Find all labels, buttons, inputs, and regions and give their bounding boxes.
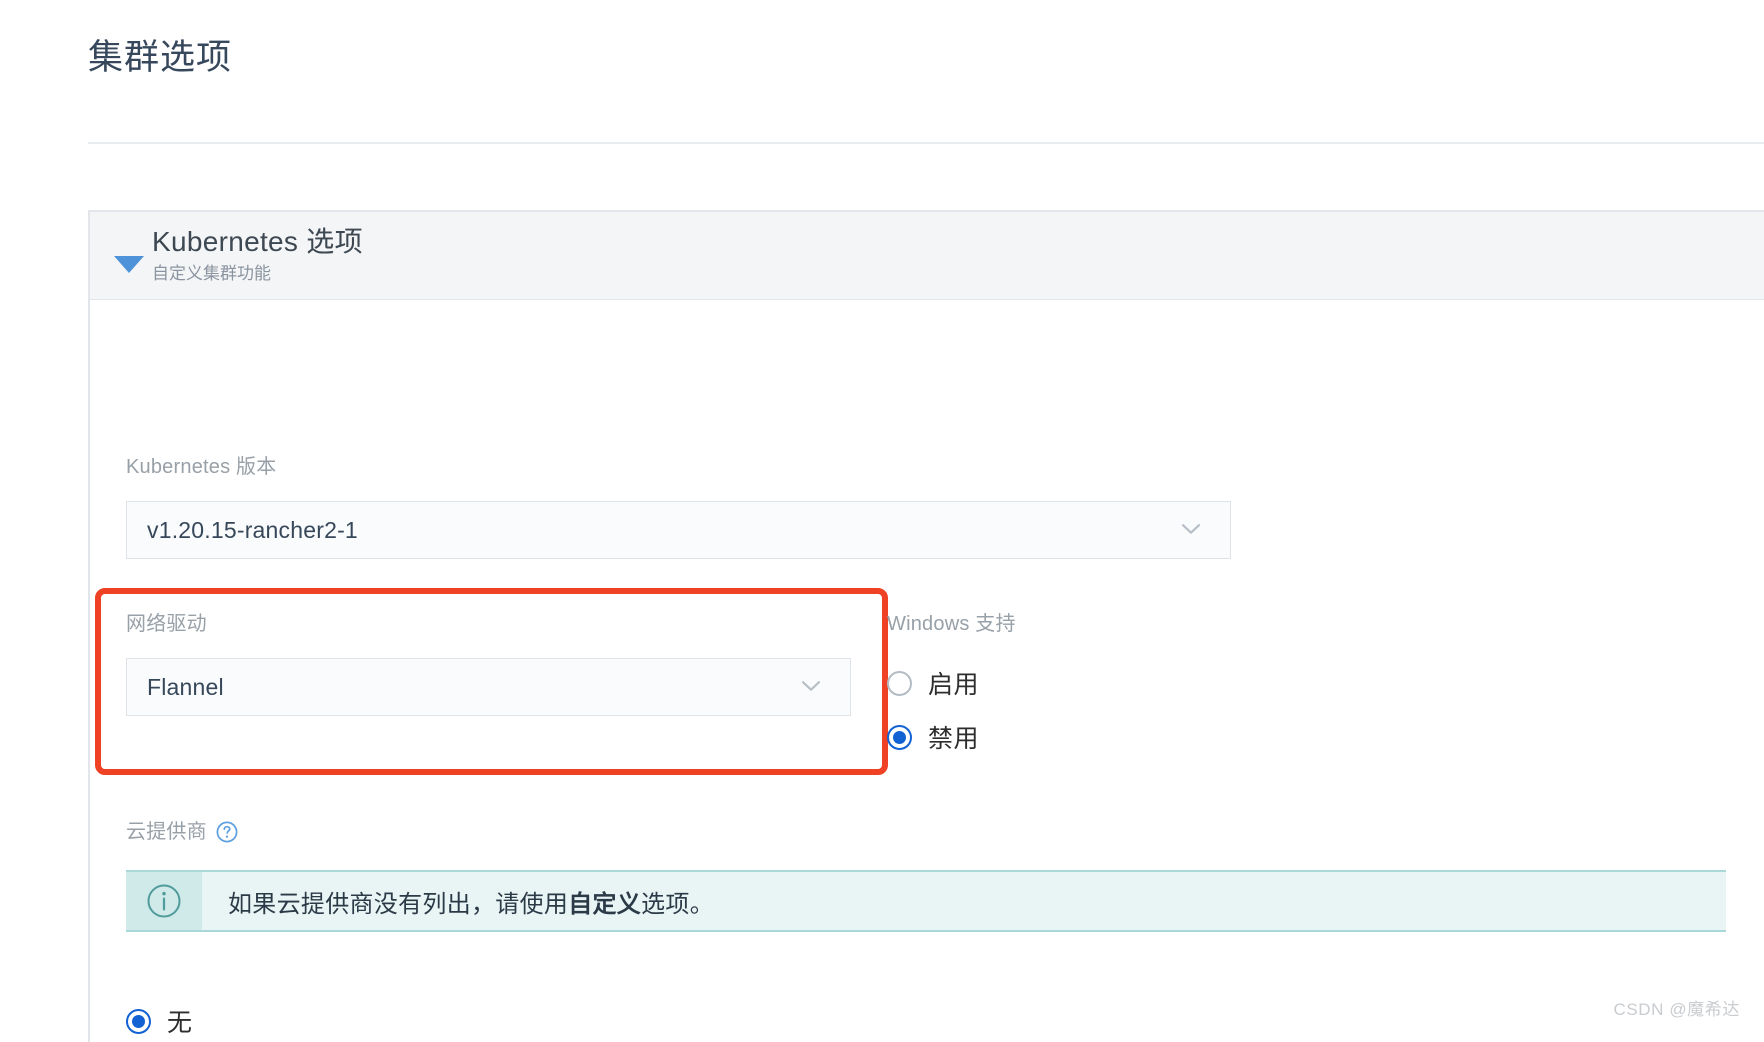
cloud-provider-info-banner: 如果云提供商没有列出，请使用自定义选项。	[126, 870, 1726, 932]
radio-option-enable[interactable]: 启用	[887, 656, 1217, 710]
cloud-provider-info-text: 如果云提供商没有列出，请使用自定义选项。	[202, 884, 714, 919]
info-circle-icon	[126, 872, 202, 930]
windows-support-field: Windows 支持 启用 禁用	[887, 612, 1217, 764]
kubernetes-version-value: v1.20.15-rancher2-1	[147, 516, 358, 543]
watermark: CSDN @魔希达	[1613, 1000, 1740, 1019]
kubernetes-version-field: Kubernetes 版本 v1.20.15-rancher2-1	[126, 455, 1231, 559]
radio-option-disable[interactable]: 禁用	[887, 710, 1217, 764]
network-driver-value: Flannel	[147, 673, 224, 700]
radio-circle-selected-icon[interactable]	[887, 724, 912, 750]
network-driver-label: 网络驱动	[126, 613, 207, 635]
cluster-options-page: 集群选项 Kubernetes 选项 自定义集群功能 Kubernetes 版本…	[0, 0, 1764, 1042]
cloud-provider-option-none-label: 无	[167, 1009, 193, 1037]
radio-circle-selected-icon[interactable]	[126, 1008, 151, 1034]
panel-body: Kubernetes 版本 v1.20.15-rancher2-1 网络驱动 F…	[90, 300, 1764, 1042]
info-text-before: 如果云提供商没有列出，请使用	[228, 890, 569, 918]
page-title: 集群选项	[88, 38, 233, 77]
panel-title: Kubernetes 选项	[152, 226, 363, 258]
network-driver-field: 网络驱动 Flannel	[126, 612, 851, 716]
kubernetes-options-panel: Kubernetes 选项 自定义集群功能 Kubernetes 版本 v1.2…	[88, 210, 1764, 1042]
kubernetes-version-label: Kubernetes 版本	[126, 456, 277, 478]
panel-header-text: Kubernetes 选项 自定义集群功能	[152, 226, 363, 284]
windows-support-label: Windows 支持	[887, 613, 1016, 635]
triangle-down-icon[interactable]	[114, 256, 144, 273]
kubernetes-version-select[interactable]: v1.20.15-rancher2-1	[126, 501, 1231, 559]
radio-option-enable-label: 启用	[928, 671, 980, 699]
info-text-bold: 自定义	[568, 890, 642, 918]
radio-circle-icon[interactable]	[887, 670, 912, 696]
chevron-down-icon[interactable]	[798, 673, 824, 699]
info-text-after: 选项。	[641, 890, 715, 918]
title-divider	[88, 142, 1764, 144]
radio-option-disable-label: 禁用	[928, 725, 980, 753]
windows-support-radio-group: 启用 禁用	[887, 656, 1217, 764]
panel-header-kubernetes-options[interactable]: Kubernetes 选项 自定义集群功能	[90, 212, 1764, 300]
network-driver-select[interactable]: Flannel	[126, 658, 851, 716]
panel-subtitle: 自定义集群功能	[152, 263, 271, 283]
cloud-provider-option-none[interactable]: 无	[126, 1000, 193, 1042]
cloud-provider-field: 云提供商 如果云提供商没有列出，请使用自定义选项。	[126, 820, 1726, 932]
chevron-down-icon[interactable]	[1178, 516, 1204, 542]
cloud-provider-label-row: 云提供商	[126, 820, 1726, 844]
cloud-provider-label: 云提供商	[126, 821, 207, 843]
question-circle-icon[interactable]	[216, 821, 238, 843]
